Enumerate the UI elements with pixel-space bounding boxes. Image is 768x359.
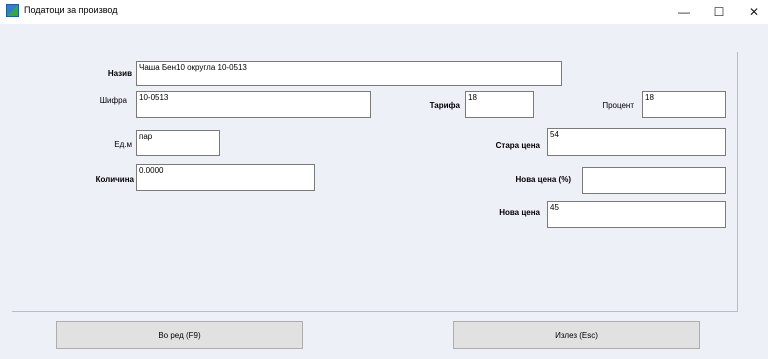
naziv-field[interactable]: Чаша Бен10 округла 10-0513 [136, 61, 562, 86]
stara-cena-label: Стара цена [495, 141, 540, 150]
shifra-field[interactable]: 10-0513 [136, 91, 371, 118]
stara-cena-field[interactable]: 54 [547, 128, 726, 156]
nova-cena-pct-label: Нова цена (%) [515, 175, 571, 184]
exit-button[interactable]: Излез (Esc) [453, 321, 700, 349]
nova-cena-field[interactable]: 45 [547, 201, 726, 228]
edm-field[interactable]: пар [136, 130, 220, 156]
ok-button[interactable]: Во ред (F9) [56, 321, 303, 349]
procent-label: Процент [602, 101, 634, 110]
shifra-label: Шифра [99, 96, 127, 105]
window-title: Податоци за производ [24, 5, 118, 15]
tarifa-field[interactable]: 18 [465, 91, 534, 118]
nova-cena-label: Нова цена [499, 208, 540, 217]
procent-field[interactable]: 18 [642, 91, 726, 118]
app-icon [6, 4, 19, 17]
dialog-content: Назив Чаша Бен10 округла 10-0513 Шифра 1… [0, 24, 768, 359]
close-button[interactable]: ✕ [731, 0, 768, 24]
kolicina-label: Количина [95, 175, 134, 184]
edm-label: Ед.м [114, 140, 132, 149]
tarifa-label: Тарифа [429, 101, 460, 110]
nova-cena-pct-field[interactable] [582, 167, 726, 194]
title-bar: Податоци за производ — ☐ ✕ [0, 0, 768, 24]
naziv-label: Назив [107, 69, 132, 78]
kolicina-field[interactable]: 0.0000 [136, 164, 315, 191]
